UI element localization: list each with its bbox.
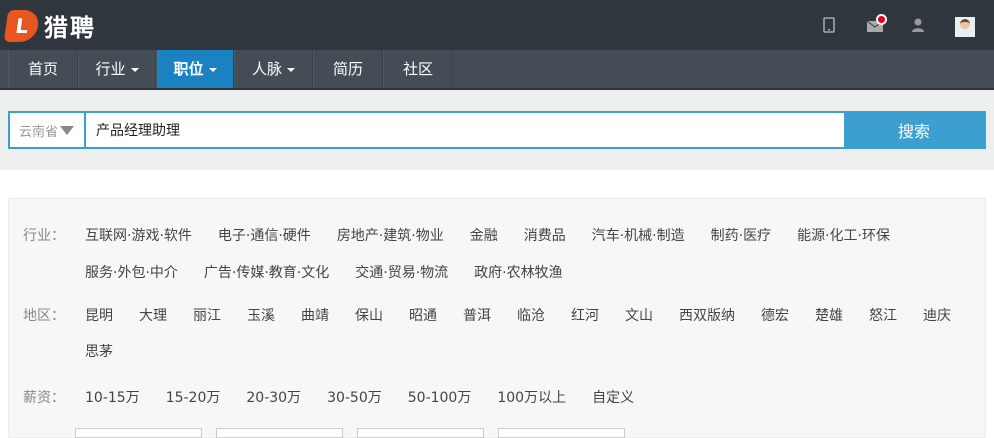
filter-row-industry: 行业： 互联网·游戏·软件 电子·通信·硬件 房地产·建筑·物业 金融 消费品 汽车·机械·… [23,225,890,245]
filter-option[interactable]: 15-20万 [166,387,221,407]
nav-jobs[interactable]: 职位 [156,50,234,88]
filter-option[interactable]: 文山 [625,305,653,325]
main-nav: 首页 行业 职位 人脉 简历 社区 [0,50,994,90]
search-input[interactable] [86,113,844,147]
top-bar: L 猎聘 [0,0,994,50]
filter-option[interactable]: 50-100万 [408,387,472,407]
filter-option[interactable]: 10-15万 [85,387,140,407]
filter-options: 互联网·游戏·软件 电子·通信·硬件 房地产·建筑·物业 金融 消费品 汽车·机械·制造 制… [85,225,890,245]
nav-industry[interactable]: 行业 [78,50,156,88]
filter-option[interactable]: 汽车·机械·制造 [592,225,685,245]
filter-option[interactable]: 怒江 [869,305,897,325]
avatar[interactable] [955,17,975,37]
filter-box[interactable] [216,428,343,438]
filter-option[interactable]: 自定义 [592,387,634,407]
filter-option[interactable]: 20-30万 [246,387,301,407]
filter-option[interactable]: 昭通 [409,305,437,325]
chevron-down-icon [208,67,217,72]
filter-option[interactable]: 普洱 [463,305,491,325]
nav-label: 简历 [332,60,363,78]
chevron-down-icon [130,67,139,72]
region-value: 云南省 [19,124,59,140]
filter-option[interactable]: 制药·医疗 [711,225,771,245]
filter-option[interactable]: 房地产·建筑·物业 [337,225,444,245]
filter-box[interactable] [498,428,625,438]
nav-network[interactable]: 人脉 [234,50,313,88]
filter-option[interactable]: 金融 [470,225,498,245]
nav-label: 职位 [173,60,204,78]
filter-option[interactable]: 德宏 [761,305,789,325]
filter-option[interactable]: 昆明 [85,305,113,325]
nav-home[interactable]: 首页 [8,50,78,88]
filter-option[interactable]: 互联网·游戏·软件 [85,225,192,245]
filter-label: 薪资： [23,390,65,406]
filter-row-region: 思茅 [23,341,113,361]
filter-option[interactable]: 服务·外包·中介 [85,262,178,282]
filter-option[interactable]: 思茅 [85,341,113,361]
search-bar: 云南省 搜索 [8,111,986,149]
filter-option[interactable]: 大理 [139,305,167,325]
region-select[interactable]: 云南省 [10,113,86,147]
filter-option[interactable]: 保山 [355,305,383,325]
filter-label [23,262,85,282]
filter-option[interactable]: 楚雄 [815,305,843,325]
filter-option[interactable]: 能源·化工·环保 [797,225,890,245]
tablet-icon[interactable] [821,17,837,33]
filter-row-salary: 薪资： 10-15万 15-20万 20-30万 30-50万 50-100万 100万以上… [23,387,634,407]
filter-option[interactable]: 广告·传媒·教育·文化 [204,262,329,282]
filter-option[interactable]: 红河 [571,305,599,325]
filter-options: 昆明 大理 丽江 玉溪 曲靖 保山 昭通 普洱 临沧 红河 文山 西双版纳 德宏 楚雄 怒江 迪庆 [85,305,951,325]
filter-label: 行业： [23,228,65,244]
chevron-down-icon [287,67,295,72]
nav-label: 人脉 [251,60,282,78]
filter-option[interactable]: 交通·贸易·物流 [355,262,448,282]
nav-label: 首页 [27,60,58,78]
dropdown-triangle-icon [60,125,75,135]
filter-option[interactable]: 电子·通信·硬件 [218,225,311,245]
filter-label [23,341,85,361]
filter-option[interactable]: 消费品 [524,225,566,245]
filter-option[interactable]: 迪庆 [923,305,951,325]
filter-option[interactable]: 临沧 [517,305,545,325]
filter-option[interactable]: 西双版纳 [679,305,735,325]
filter-option[interactable]: 曲靖 [301,305,329,325]
nav-community[interactable]: 社区 [383,50,453,88]
filter-option[interactable]: 政府·农林牧渔 [474,262,562,282]
filter-row-region: 地区： 昆明 大理 丽江 玉溪 曲靖 保山 昭通 普洱 临沧 红河 文山 西双版纳 德宏 楚雄 怒江 迪庆 [23,305,951,325]
nav-label: 行业 [95,60,126,78]
logo-text: 猎聘 [44,14,96,42]
filter-box[interactable] [357,428,484,438]
filter-option[interactable]: 丽江 [193,305,221,325]
filter-option[interactable]: 30-50万 [327,387,382,407]
filter-options: 思茅 [85,341,113,361]
filter-box[interactable] [75,428,202,438]
search-button[interactable]: 搜索 [844,113,984,147]
filter-row-industry: 服务·外包·中介 广告·传媒·教育·文化 交通·贸易·物流 政府·农林牧渔 [23,262,563,282]
filter-options: 服务·外包·中介 广告·传媒·教育·文化 交通·贸易·物流 政府·农林牧渔 [85,262,563,282]
filter-option[interactable]: 100万以上 [497,387,566,407]
logo[interactable]: L 猎聘 [3,8,96,43]
filter-option[interactable]: 玉溪 [247,305,275,325]
nav-label: 社区 [402,60,433,78]
nav-resume[interactable]: 简历 [313,50,383,88]
contacts-icon[interactable] [911,17,927,33]
notification-badge [876,14,887,25]
filter-options: 10-15万 15-20万 20-30万 30-50万 50-100万 100万以上 自定义 [85,387,634,407]
logo-mark: L [3,9,41,42]
filter-label: 地区： [23,308,65,324]
